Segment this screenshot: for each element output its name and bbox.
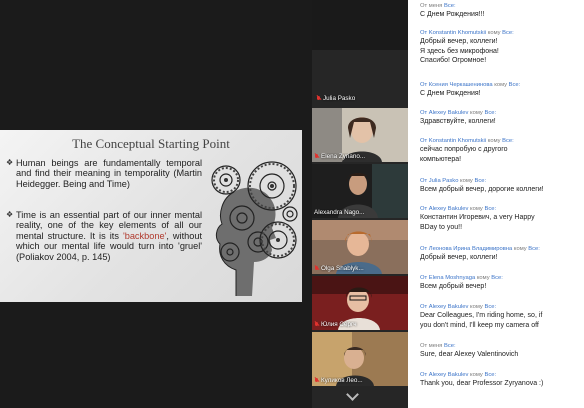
chat-message: От Konstantin Khomutskii кому Все: сейча…: [420, 138, 580, 164]
chat-message-meta: От Alexey Bakulev кому Все:: [420, 372, 497, 378]
mic-muted-icon: [314, 377, 319, 384]
chat-message-body: Добрый вечер, коллеги! Я здесь без микро…: [420, 38, 499, 65]
participant-tile[interactable]: Julia Pasko: [312, 88, 408, 106]
chat-message: От Elena Moshnyaga кому Все: Всем добрый…: [420, 275, 580, 292]
participant-name: Elena Zyriano...: [314, 153, 406, 160]
chat-message-body: Dear Colleagues, I'm riding home, so, if…: [420, 312, 543, 329]
chat-message-meta: От Alexey Bakulev кому Все:: [420, 206, 497, 212]
mic-muted-icon: [316, 95, 321, 102]
chat-message-meta: От Ксения Черкашенинова кому Все:: [420, 82, 521, 88]
bullet-mark-icon: ❖: [6, 158, 14, 167]
presentation-slide: The Conceptual Starting Point ❖ Human be…: [0, 130, 302, 302]
chat-message-body: Sure, dear Alexey Valentinovich: [420, 351, 519, 358]
chat-message: От Konstantin Khomutskii кому Все: Добры…: [420, 30, 580, 66]
participant-name: Olga Shablyk...: [314, 265, 406, 272]
participant-strip: Julia Pasko Elena Zyriano... Alexandra N…: [312, 50, 408, 408]
bullet-keyword: 'backbone': [122, 230, 167, 241]
participant-name: Julia Pasko: [316, 95, 406, 102]
chat-message: От Alexey Bakulev кому Все: Здравствуйте…: [420, 110, 580, 127]
chat-message: От Ксения Черкашенинова кому Все: С Днем…: [420, 82, 580, 99]
chat-message-meta: От Alexey Bakulev кому Все:: [420, 110, 497, 116]
chat-message: От Julia Pasko кому Все: Всем добрый веч…: [420, 178, 580, 195]
shared-screen: The Conceptual Starting Point ❖ Human be…: [0, 0, 312, 408]
chat-message-body: сейчас попробую с другого компьютера!: [420, 146, 508, 163]
chat-message: От Alexey Bakulev кому Все: Константин И…: [420, 206, 580, 232]
participant-tile-active-speaker[interactable]: Alexandra Nago...: [312, 164, 408, 218]
chat-message-meta: От Konstantin Khomutskii кому Все:: [420, 30, 514, 36]
chat-message-body: Всем добрый вечер!: [420, 283, 487, 290]
participant-tile[interactable]: Olga Shablyk...: [312, 220, 408, 274]
chat-message: От меня Все: С Днем Рождения!!!: [420, 3, 580, 20]
mic-muted-icon: [314, 321, 319, 328]
chat-message: От Леонова Ирина Владимировна кому Все: …: [420, 246, 580, 263]
chat-panel: От меня Все: С Днем Рождения!!! От Konst…: [408, 0, 584, 408]
participant-name: Alexandra Nago...: [314, 209, 365, 216]
chat-message-meta: От Elena Moshnyaga кому Все:: [420, 275, 503, 281]
participant-name: Куликов Лео...: [314, 377, 406, 384]
participant-tile[interactable]: Elena Zyriano...: [312, 108, 408, 162]
gear-head-illustration-icon: [211, 161, 298, 296]
chat-message-body: Константин Игоревич, a very Happy BDay t…: [420, 214, 535, 231]
chat-message-meta: От Konstantin Khomutskii кому Все:: [420, 138, 514, 144]
chat-message: От Alexey Bakulev кому Все: Dear Colleag…: [420, 304, 580, 330]
chat-message-meta: От меня Все:: [420, 3, 456, 9]
chat-message-meta: От Alexey Bakulev кому Все:: [420, 304, 497, 310]
chat-message-body: С Днем Рождения!: [420, 90, 481, 97]
chat-message: От Alexey Bakulev кому Все: Thank you, d…: [420, 372, 580, 389]
chat-message: От меня Все: Sure, dear Alexey Valentino…: [420, 343, 580, 360]
slide-bullet-1: ❖ Human beings are fundamentally tempora…: [6, 158, 202, 189]
chat-message-body: Здравствуйте, коллеги!: [420, 118, 496, 125]
participant-name: Юлия Сергч: [314, 321, 406, 328]
mic-muted-icon: [314, 153, 319, 160]
slide-bullet-2: ❖ Time is an essential part of our inner…: [6, 210, 202, 262]
video-conference-window: The Conceptual Starting Point ❖ Human be…: [0, 0, 584, 408]
chat-message-meta: От Леонова Ирина Владимировна кому Все:: [420, 246, 540, 252]
chat-message-body: Всем добрый вечер, дорогие коллеги!: [420, 186, 544, 193]
mic-muted-icon: [314, 265, 319, 272]
chat-message-meta: От меня Все:: [420, 343, 456, 349]
slide-title: The Conceptual Starting Point: [72, 136, 230, 151]
participant-tile[interactable]: Юлия Сергч: [312, 276, 408, 330]
chat-message-body: Thank you, dear Professor Zyryanova :): [420, 380, 544, 387]
chat-message-body: Добрый вечер, коллеги!: [420, 254, 498, 261]
chevron-down-icon[interactable]: [332, 387, 372, 404]
bullet-text: Human beings are fundamentally temporal …: [16, 158, 202, 189]
chat-message-meta: От Julia Pasko кому Все:: [420, 178, 487, 184]
participant-tile[interactable]: Куликов Лео...: [312, 332, 408, 386]
bullet-mark-icon: ❖: [6, 210, 14, 219]
chat-message-body: С Днем Рождения!!!: [420, 11, 485, 18]
bullet-text: Time is an essential part of our inner m…: [16, 210, 203, 262]
